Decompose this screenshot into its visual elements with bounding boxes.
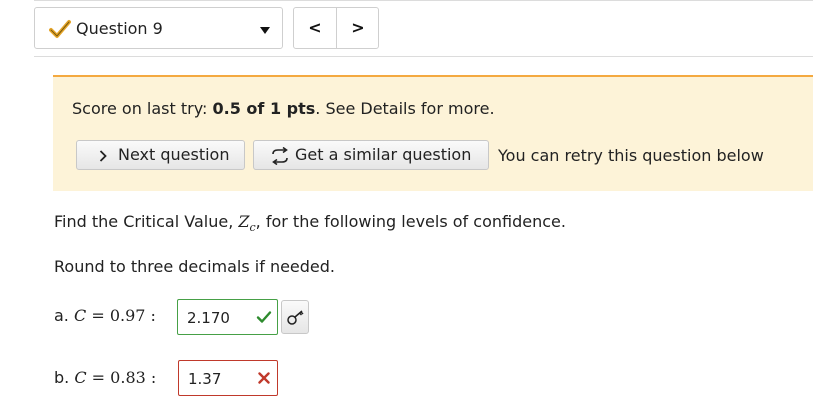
part-b-answer-value: 1.37 [188,370,222,388]
prompt-suffix: , for the following levels of confidence… [255,212,566,231]
caret-down-icon [260,27,270,34]
x-icon [258,372,270,384]
key-icon [287,310,304,325]
question-select-label: Question 9 [76,19,163,38]
top-divider [34,0,813,1]
chevron-right-icon [99,150,107,162]
refresh-icon [272,147,288,165]
next-question-button[interactable]: Next question [76,140,245,170]
prompt-var: Zc [238,212,256,235]
view-key-button[interactable] [281,300,309,334]
previous-question-button[interactable]: < [294,8,336,48]
score-suffix: . See Details for more. [315,99,495,118]
score-text: Score on last try: 0.5 of 1 pts. See Det… [72,99,495,118]
part-a-answer-value: 2.170 [187,309,230,327]
part-a-answer-field[interactable]: 2.170 [177,299,278,335]
part-b-answer-field[interactable]: 1.37 [178,360,278,396]
score-banner: Score on last try: 0.5 of 1 pts. See Det… [53,75,813,191]
question-nav: < > [293,7,379,49]
part-b-label: b. C = 0.83 : [54,368,157,387]
header-divider [34,56,813,57]
round-instruction: Round to three decimals if needed. [54,257,336,276]
question-prompt: Find the Critical Value, Zc, for the fol… [54,212,566,234]
next-question-label: Next question [118,145,230,164]
score-prefix: Score on last try: [72,99,213,118]
next-question-arrow-button[interactable]: > [337,8,379,48]
score-value: 0.5 of 1 pts [212,99,316,118]
similar-question-label: Get a similar question [295,145,472,164]
part-a-label: a. C = 0.97 : [54,306,156,325]
question-select[interactable]: Question 9 [34,7,283,49]
prompt-prefix: Find the Critical Value, [54,212,239,231]
retry-text: You can retry this question below [498,146,764,165]
similar-question-button[interactable]: Get a similar question [253,140,489,170]
check-mark-icon [49,20,71,38]
check-icon [256,311,272,323]
